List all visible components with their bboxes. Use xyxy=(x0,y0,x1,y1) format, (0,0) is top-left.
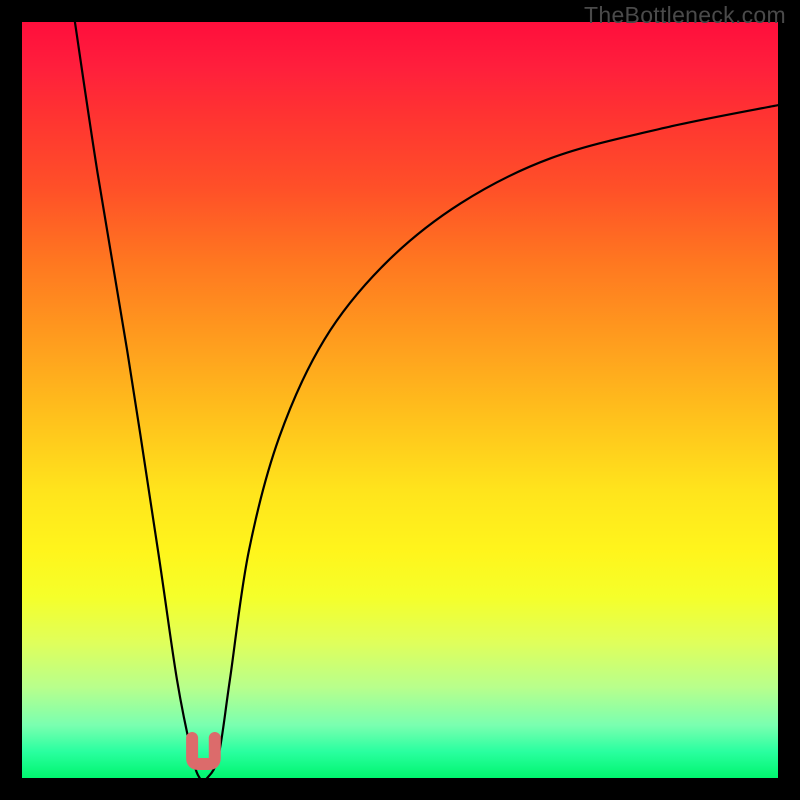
chart-plot-area xyxy=(22,22,778,778)
minimum-marker xyxy=(192,738,215,764)
bottleneck-curve-line xyxy=(75,22,778,778)
chart-svg xyxy=(22,22,778,778)
watermark-text: TheBottleneck.com xyxy=(584,2,786,29)
